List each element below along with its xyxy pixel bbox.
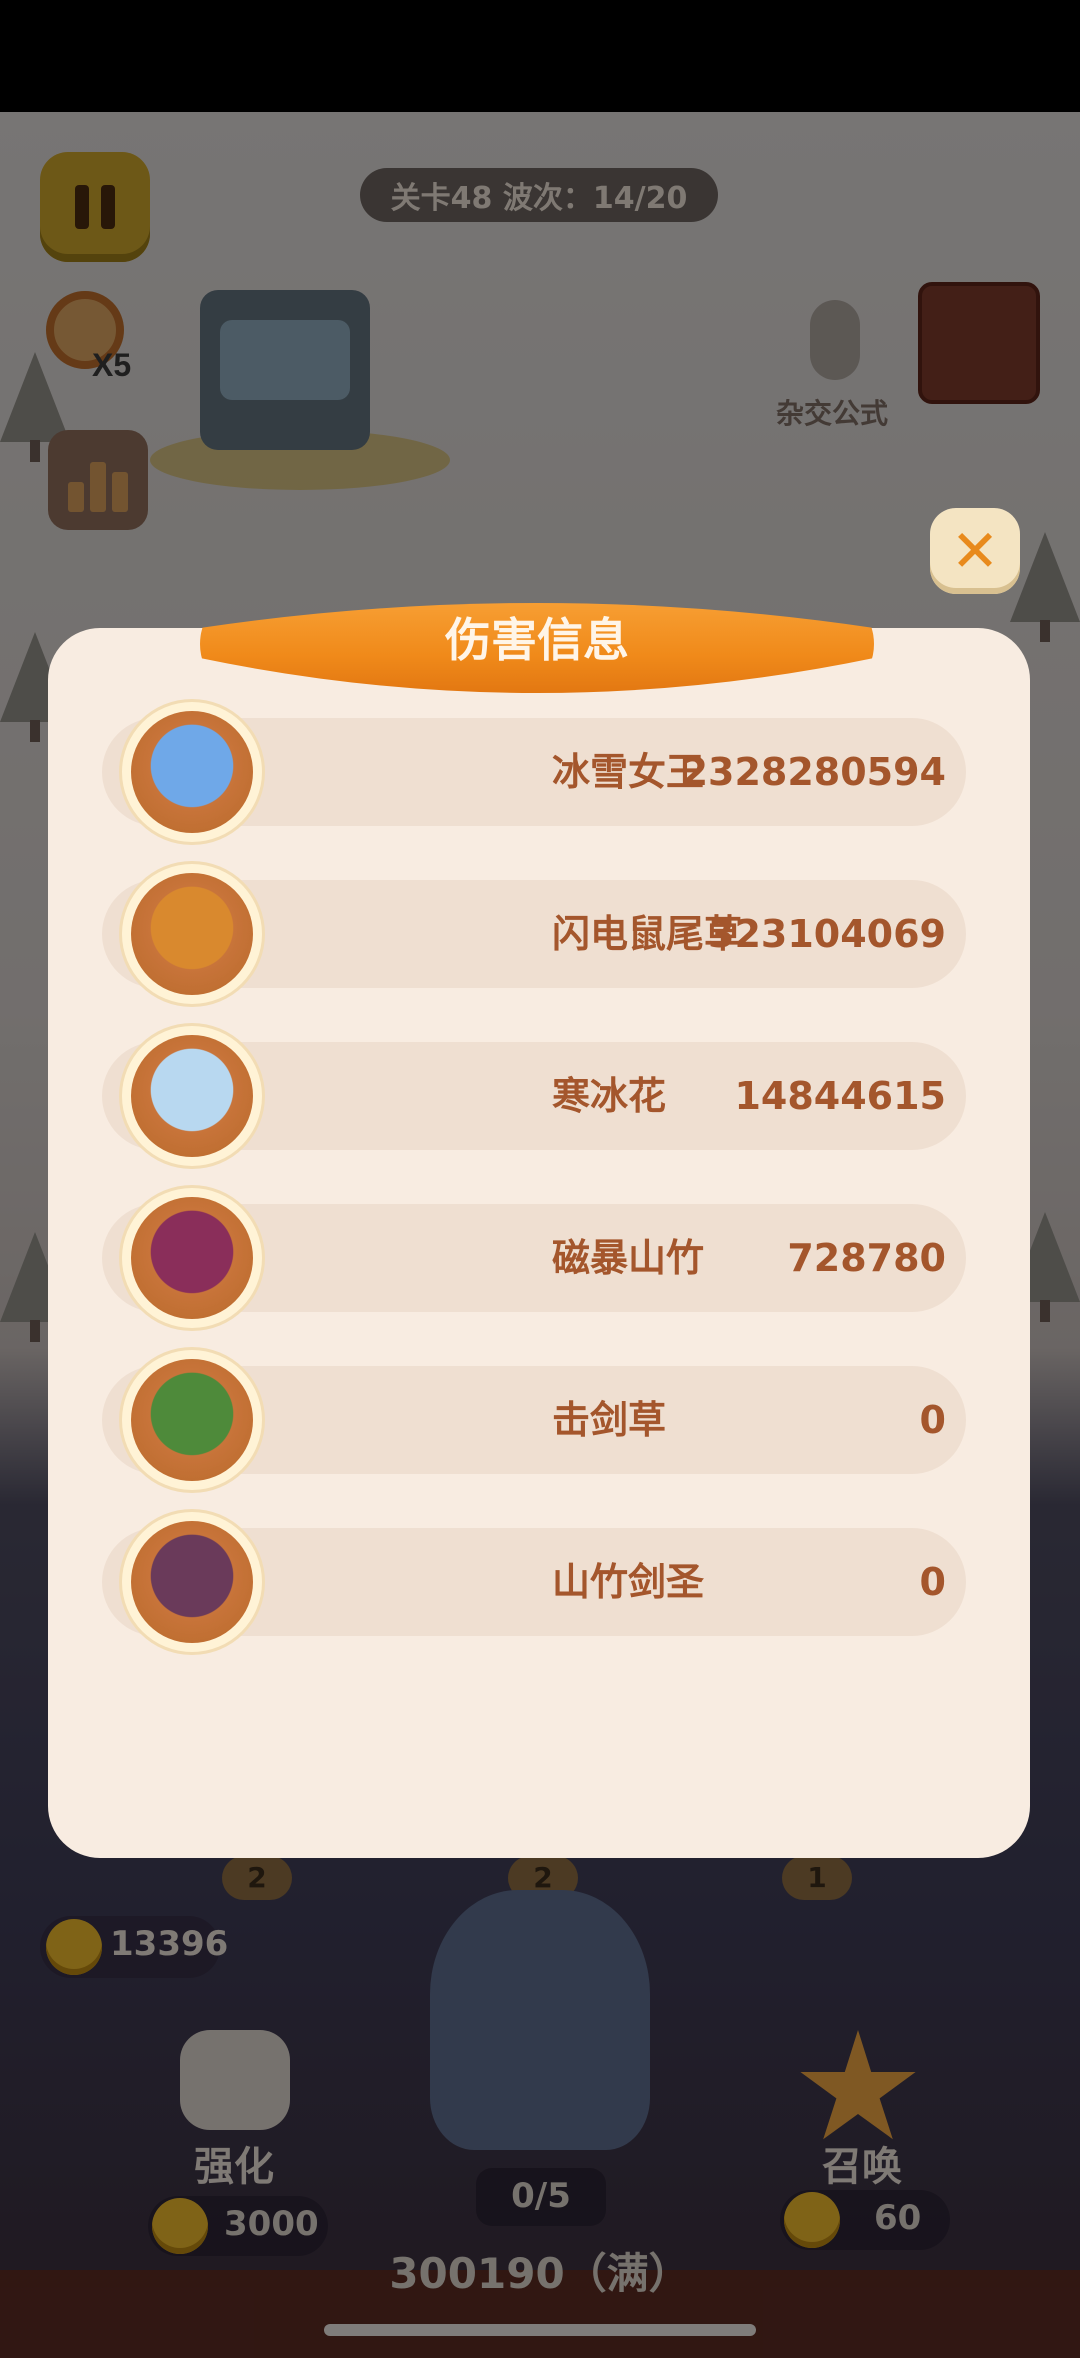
character-name: 磁暴山竹	[552, 1236, 705, 1280]
damage-value: 0	[919, 1398, 946, 1442]
damage-value: 2328280594	[681, 750, 946, 794]
damage-value: 0	[919, 1560, 946, 1604]
character-avatar	[122, 1350, 262, 1490]
character-avatar	[122, 1512, 262, 1652]
modal-title: 伤害信息	[445, 613, 629, 667]
character-portrait-icon	[131, 1197, 253, 1319]
character-portrait-icon	[131, 1521, 253, 1643]
damage-value: 323104069	[708, 912, 946, 956]
damage-value: 728780	[787, 1236, 946, 1280]
character-portrait-icon	[131, 711, 253, 833]
character-avatar	[122, 1188, 262, 1328]
character-name: 山竹剑圣	[552, 1560, 705, 1604]
character-portrait-icon	[131, 1035, 253, 1157]
damage-value: 14844615	[734, 1074, 946, 1118]
character-portrait-icon	[131, 873, 253, 995]
character-avatar	[122, 864, 262, 1004]
character-name: 击剑草	[552, 1398, 667, 1442]
character-name: 寒冰花	[552, 1074, 667, 1118]
close-icon: ✕	[950, 517, 1000, 585]
character-portrait-icon	[131, 1359, 253, 1481]
character-avatar	[122, 702, 262, 842]
character-avatar	[122, 1026, 262, 1166]
close-button[interactable]: ✕	[930, 508, 1020, 594]
